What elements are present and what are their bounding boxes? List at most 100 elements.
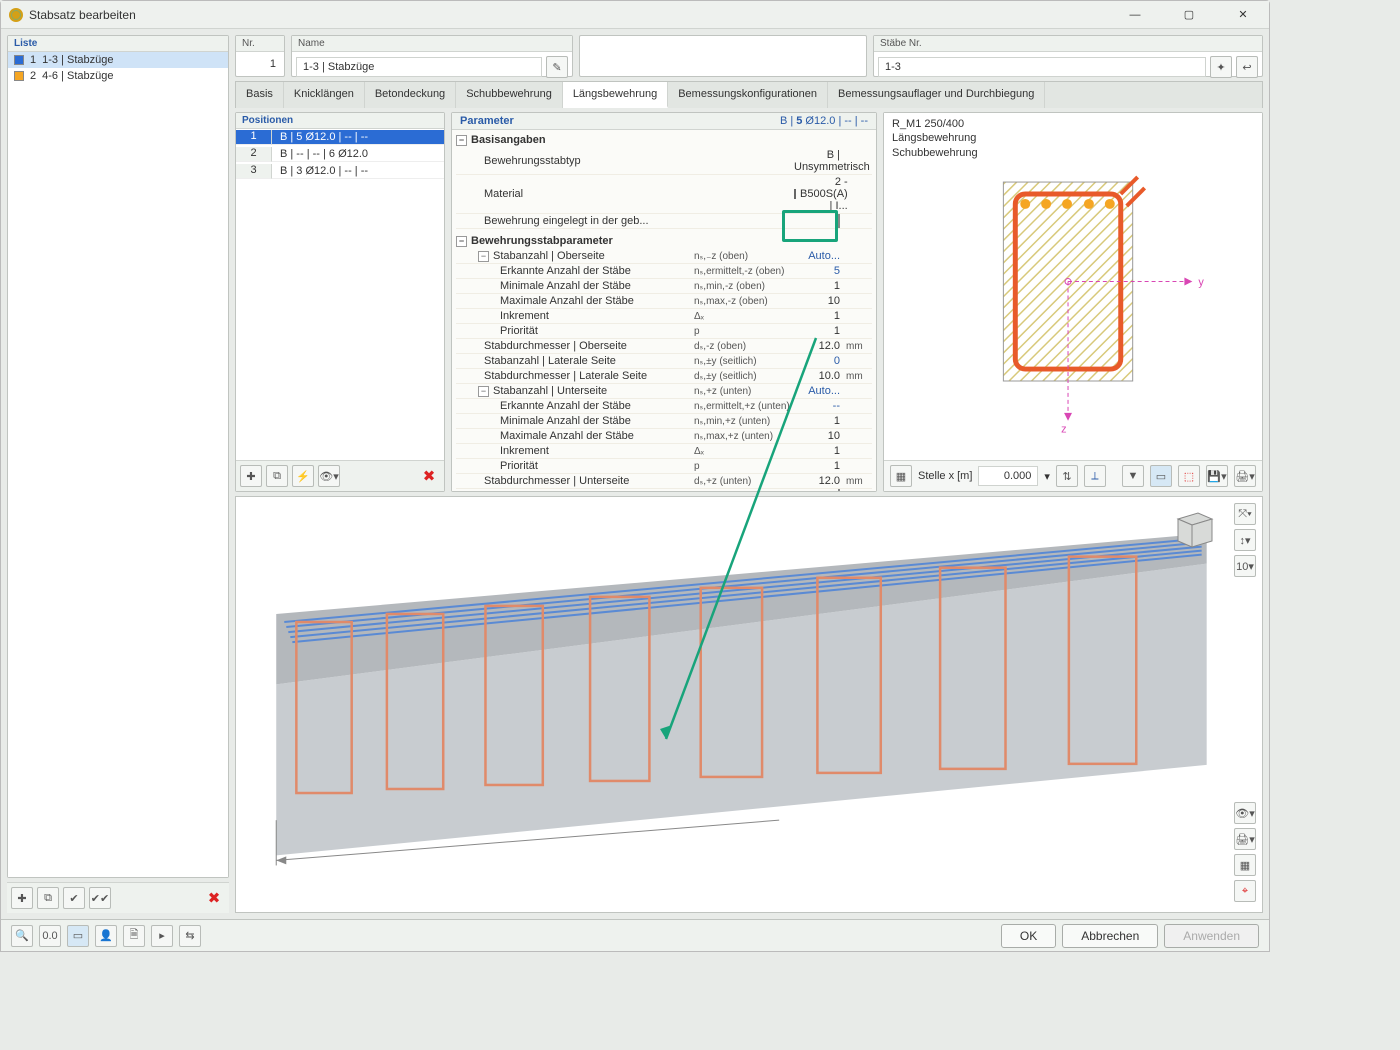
param-row[interactable]: Stabanzahl | Laterale Seite nₛ,±y (seitl…: [456, 354, 872, 369]
swatch-icon: [14, 71, 24, 81]
position-row[interactable]: 1B | 5 Ø12.0 | -- | --: [236, 129, 444, 146]
foot-pivot-icon[interactable]: ⇆: [179, 925, 201, 947]
pos-new-icon[interactable]: ✚: [240, 465, 262, 487]
tab-betondeckung[interactable]: Betondeckung: [365, 82, 456, 108]
param-row[interactable]: Maximale Anzahl der Stäbe nₛ,max,-z (obe…: [456, 294, 872, 309]
group-header[interactable]: −Basisangaben: [456, 132, 872, 148]
cross-section-svg: y z: [884, 113, 1262, 460]
staebe-input[interactable]: [878, 57, 1206, 77]
viewport-3d[interactable]: ⤧▾ ↕▾ 10▾ 👁▾ 🖨▾ ▦ ⌖: [235, 496, 1263, 913]
param-row[interactable]: Eckbewehrung: [456, 489, 872, 491]
foot-user-icon[interactable]: 👤: [95, 925, 117, 947]
liste-panel: Liste 11-3 | Stabzüge24-6 | Stabzüge: [7, 35, 229, 878]
cs-grid-icon[interactable]: ▦: [890, 465, 912, 487]
ok-button[interactable]: OK: [1001, 924, 1056, 948]
param-row[interactable]: Inkrement Δₓ 1: [456, 444, 872, 459]
cs-save-icon[interactable]: 💾▾: [1206, 465, 1228, 487]
minimize-button[interactable]: —: [1117, 4, 1153, 26]
cancel-button[interactable]: Abbrechen: [1062, 924, 1158, 948]
position-row[interactable]: 2B | -- | -- | 6 Ø12.0: [236, 146, 444, 163]
liste-body[interactable]: 11-3 | Stabzüge24-6 | Stabzüge: [8, 52, 228, 877]
foot-search-icon[interactable]: 🔍: [11, 925, 33, 947]
pos-view-icon[interactable]: 👁▾: [318, 465, 340, 487]
tab-knicklängen[interactable]: Knicklängen: [284, 82, 365, 108]
edit-name-icon[interactable]: ✎: [546, 56, 568, 78]
param-row[interactable]: Priorität p 1: [456, 459, 872, 474]
cs-filter-icon[interactable]: ▼: [1122, 465, 1144, 487]
checkall-icon[interactable]: ✔✔: [89, 887, 111, 909]
cs-box-icon[interactable]: ▭: [1150, 465, 1172, 487]
tab-längsbewehrung[interactable]: Längsbewehrung: [563, 82, 668, 108]
checkbox[interactable]: [838, 489, 840, 491]
foot-flag-icon[interactable]: ▸: [151, 925, 173, 947]
nr-label: Nr.: [236, 36, 284, 52]
cs-step-icon[interactable]: ⇅: [1056, 465, 1078, 487]
parameter-panel: Parameter B | 5 Ø12.0 | -- | -- −Basisan…: [451, 112, 877, 492]
vp-print-icon[interactable]: 🖨▾: [1234, 828, 1256, 850]
param-row[interactable]: −Stabanzahl | Oberseitenₛ,₋z (oben)Auto.…: [456, 249, 872, 264]
liste-header: Liste: [8, 36, 228, 52]
param-row[interactable]: Minimale Anzahl der Stäbe nₛ,min,-z (obe…: [456, 279, 872, 294]
param-row[interactable]: Minimale Anzahl der Stäbe nₛ,min,+z (unt…: [456, 414, 872, 429]
cs-3d-icon[interactable]: ⬚: [1178, 465, 1200, 487]
foot-num-icon[interactable]: 0.0: [39, 925, 61, 947]
param-row[interactable]: Stabdurchmesser | Laterale Seite dₛ,±y (…: [456, 369, 872, 384]
close-button[interactable]: ✕: [1225, 4, 1261, 26]
foot-blue-icon[interactable]: ▭: [67, 925, 89, 947]
viewport-svg: [236, 497, 1262, 912]
copy-icon[interactable]: ⧉: [37, 887, 59, 909]
liste-toolbar: ✚ ⧉ ✔ ✔✔ ✖: [7, 882, 229, 913]
nav-cube[interactable]: [1170, 505, 1216, 554]
vp-grid-icon[interactable]: ▦: [1234, 854, 1256, 876]
parameter-header-right: B | 5 Ø12.0 | -- | --: [780, 115, 868, 127]
cs-stelle-input[interactable]: [978, 466, 1038, 486]
name-label: Name: [292, 36, 572, 52]
undo-icon[interactable]: ↩: [1236, 56, 1258, 78]
param-row[interactable]: Erkannte Anzahl der Stäbe nₛ,ermittelt,+…: [456, 399, 872, 414]
cs-dropdown-icon[interactable]: ▾: [1044, 470, 1050, 483]
tab-basis[interactable]: Basis: [236, 82, 284, 108]
tab-bemessungskonfigurationen[interactable]: Bemessungskonfigurationen: [668, 82, 828, 108]
positionen-toolbar: ✚ ⧉ ⚡ 👁▾ ✖: [236, 460, 444, 491]
liste-row[interactable]: 24-6 | Stabzüge: [8, 68, 228, 84]
parameter-body[interactable]: −Basisangaben Bewehrungsstabtyp B | Unsy…: [452, 130, 876, 491]
pos-bolt-icon[interactable]: ⚡: [292, 465, 314, 487]
name-input[interactable]: [296, 57, 542, 77]
cs-print-icon[interactable]: 🖨▾: [1234, 465, 1256, 487]
check-icon[interactable]: ✔: [63, 887, 85, 909]
param-row[interactable]: Stabdurchmesser | Oberseite dₛ,-z (oben)…: [456, 339, 872, 354]
vp-axis2-icon[interactable]: ↕▾: [1234, 529, 1256, 551]
param-row[interactable]: Inkrement Δₓ 1: [456, 309, 872, 324]
position-row[interactable]: 3B | 3 Ø12.0 | -- | --: [236, 163, 444, 180]
param-row[interactable]: Erkannte Anzahl der Stäbe nₛ,ermittelt,-…: [456, 264, 872, 279]
spacer-panel: [579, 35, 867, 77]
tab-schubbewehrung[interactable]: Schubbewehrung: [456, 82, 563, 108]
vp-grid10-icon[interactable]: 10▾: [1234, 555, 1256, 577]
checkbox[interactable]: [838, 214, 840, 228]
vp-axes-icon[interactable]: ⤧▾: [1234, 503, 1256, 525]
apply-button[interactable]: Anwenden: [1164, 924, 1259, 948]
cross-section-view[interactable]: R_M1 250/400 Längsbewehrung Schubbewehru…: [884, 113, 1262, 460]
pick-icon[interactable]: ✦: [1210, 56, 1232, 78]
nr-value: 1: [236, 52, 284, 76]
delete-icon[interactable]: ✖: [203, 887, 225, 909]
param-row[interactable]: Stabdurchmesser | Unterseite dₛ,+z (unte…: [456, 474, 872, 489]
positionen-body[interactable]: 1B | 5 Ø12.0 | -- | --2B | -- | -- | 6 Ø…: [236, 129, 444, 460]
liste-row[interactable]: 11-3 | Stabzüge: [8, 52, 228, 68]
pos-delete-icon[interactable]: ✖: [418, 465, 440, 487]
param-row[interactable]: Material 2 - B500S(A) | I...: [456, 175, 872, 214]
cs-rebar-icon[interactable]: ⟂: [1084, 465, 1106, 487]
vp-eye-icon[interactable]: 👁▾: [1234, 802, 1256, 824]
liste-text: 4-6 | Stabzüge: [42, 70, 113, 82]
pos-copy-icon[interactable]: ⧉: [266, 465, 288, 487]
param-row[interactable]: Bewehrungsstabtyp B | Unsymmetrisch: [456, 148, 872, 175]
new-icon[interactable]: ✚: [11, 887, 33, 909]
tab-bemessungsauflager und durchbiegung[interactable]: Bemessungsauflager und Durchbiegung: [828, 82, 1045, 108]
param-row[interactable]: Maximale Anzahl der Stäbe nₛ,max,+z (unt…: [456, 429, 872, 444]
maximize-button[interactable]: ▢: [1171, 4, 1207, 26]
param-row[interactable]: Priorität p 1: [456, 324, 872, 339]
swatch-icon: [14, 55, 24, 65]
param-row[interactable]: −Stabanzahl | Unterseitenₛ,+z (unten)Aut…: [456, 384, 872, 399]
vp-target-icon[interactable]: ⌖: [1234, 880, 1256, 902]
foot-doc-icon[interactable]: 🗎: [123, 925, 145, 947]
